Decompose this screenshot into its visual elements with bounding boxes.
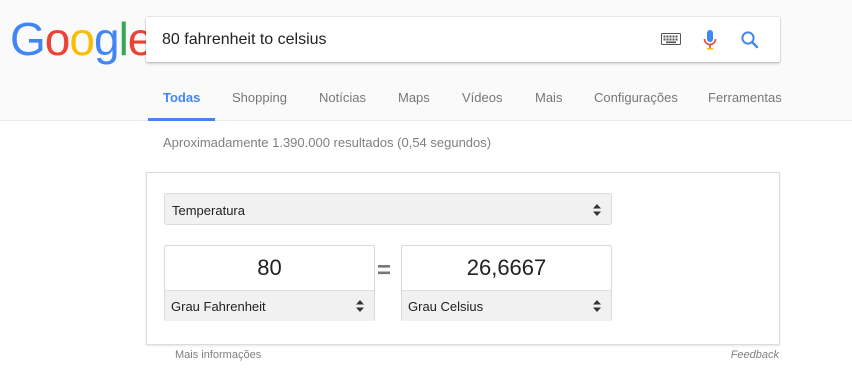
tab-maps[interactable]: Maps [398,90,430,105]
google-logo[interactable]: Google [10,13,153,65]
select-arrows-icon [593,204,601,216]
to-unit-label: Grau Celsius [408,299,484,314]
to-unit-box: 26,6667 Grau Celsius [401,245,612,321]
equals-sign: = [377,257,392,284]
tab-shopping[interactable]: Shopping [232,90,287,105]
tab-tools[interactable]: Ferramentas [708,90,782,105]
to-value-input[interactable]: 26,6667 [402,246,611,290]
from-unit-label: Grau Fahrenheit [171,299,266,314]
logo-letter: l [118,13,129,65]
from-unit-box: 80 Grau Fahrenheit [164,245,375,321]
search-input[interactable] [162,17,642,62]
keyboard-icon[interactable] [661,33,681,45]
category-select[interactable]: Temperatura [164,193,612,225]
unit-converter-card: Temperatura 80 Grau Fahrenheit = 26,6667… [146,172,780,345]
tab-all[interactable]: Todas [163,90,200,105]
select-arrows-icon [593,300,601,312]
search-tabs: Todas Shopping Notícias Maps Vídeos Mais… [0,80,852,121]
feedback-link[interactable]: Feedback [731,349,779,361]
tab-more[interactable]: Mais [535,90,562,105]
category-select-value: Temperatura [172,203,245,218]
logo-letter: o [44,13,71,65]
tab-videos[interactable]: Vídeos [462,90,502,105]
logo-letter: G [10,13,46,65]
tab-news[interactable]: Notícias [319,90,366,105]
from-unit-select[interactable]: Grau Fahrenheit [165,290,374,321]
tab-settings[interactable]: Configurações [594,90,678,105]
header: Google Todas Shopping Notícias [0,0,852,121]
search-box [146,17,780,62]
microphone-icon[interactable] [703,30,717,50]
logo-letter: o [69,13,95,65]
from-value-input[interactable]: 80 [165,246,374,290]
result-stats: Aproximadamente 1.390.000 resultados (0,… [163,135,492,150]
active-tab-indicator [148,118,215,121]
select-arrows-icon [356,300,364,312]
to-unit-select[interactable]: Grau Celsius [402,290,611,321]
logo-letter: g [93,13,120,65]
search-icon[interactable] [740,30,760,50]
more-info-link[interactable]: Mais informações [175,349,261,361]
